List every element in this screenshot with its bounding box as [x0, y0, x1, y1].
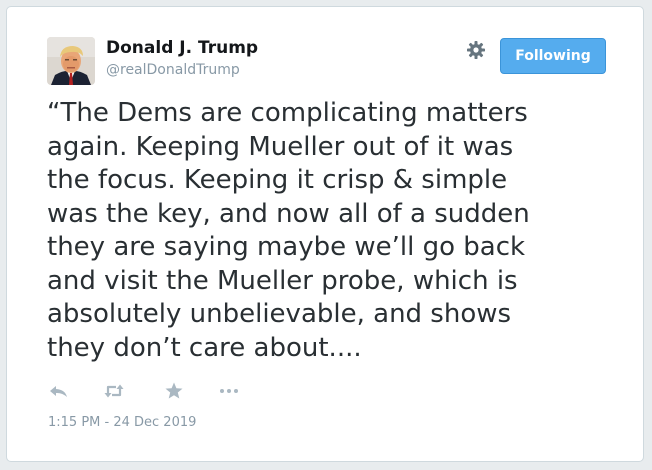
author-handle[interactable]: @realDonaldTrump [106, 62, 240, 78]
more-icon[interactable] [217, 379, 241, 403]
gear-icon[interactable] [466, 40, 486, 60]
following-button[interactable]: Following [500, 38, 606, 74]
tweet-card: Donald J. Trump @realDonaldTrump Followi… [6, 6, 644, 462]
avatar-image [47, 37, 95, 85]
avatar[interactable] [47, 37, 95, 85]
reply-icon[interactable] [47, 379, 71, 403]
tweet-timestamp[interactable]: 1:15 PM - 24 Dec 2019 [48, 415, 196, 430]
like-star-icon[interactable] [162, 379, 186, 403]
author-name[interactable]: Donald J. Trump [106, 38, 258, 58]
retweet-icon[interactable] [102, 379, 126, 403]
tweet-text: “The Dems are complicating matters again… [47, 98, 530, 363]
